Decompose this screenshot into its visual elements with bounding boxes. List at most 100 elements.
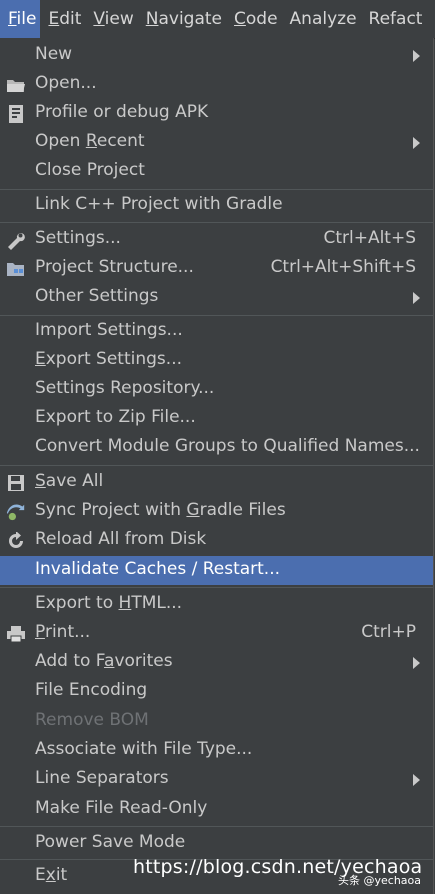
menu-item-import-settings-label: Import Settings... xyxy=(35,320,183,340)
menu-item-open-recent[interactable]: Open Recent xyxy=(0,128,433,157)
menu-item-close-project-label: Close Project xyxy=(35,160,145,180)
printer-icon xyxy=(6,624,26,644)
menubar-analyze-label: Analyze xyxy=(289,9,357,29)
menubar-navigate-label: avigate xyxy=(158,9,223,29)
menu-item-export-settings[interactable]: Export Settings... xyxy=(0,346,433,375)
menu-item-power-save[interactable]: Power Save Mode xyxy=(0,829,433,858)
sync-icon xyxy=(6,502,26,522)
menu-item-other-settings[interactable]: Other Settings xyxy=(0,283,433,312)
menu-item-line-separators-label: Line Separators xyxy=(35,768,169,788)
menu-item-new[interactable]: New xyxy=(0,41,433,70)
menu-item-associate-file-type[interactable]: Associate with File Type... xyxy=(0,736,433,765)
menu-item-open[interactable]: Open... xyxy=(0,70,433,99)
menubar-edit[interactable]: Edit xyxy=(40,0,85,38)
menu-item-export-html[interactable]: Export to HTML... xyxy=(0,590,433,619)
mnemonic: R xyxy=(85,131,97,151)
mnemonic: H xyxy=(118,593,132,613)
menu-separator xyxy=(0,465,433,466)
menu-item-sync-project-label: Sync Project with Gradle Files xyxy=(35,500,286,520)
menubar-view-label: iew xyxy=(104,9,134,29)
print-shortcut: Ctrl+P xyxy=(361,622,416,642)
label-part: ecent xyxy=(96,131,145,151)
folder-icon xyxy=(6,75,26,95)
menubar-refactor[interactable]: Refact xyxy=(361,0,427,38)
menubar-file[interactable]: File xyxy=(0,0,41,38)
menu-item-convert-module-groups-label: Convert Module Groups to Qualified Names… xyxy=(35,436,420,456)
menu-item-line-separators[interactable]: Line Separators xyxy=(0,765,433,794)
label-part: xport Settings... xyxy=(45,349,182,369)
reload-icon xyxy=(6,531,26,551)
label-part: it xyxy=(55,865,68,885)
menu-item-new-label: New xyxy=(35,44,73,64)
menubar-file-mnemonic: F xyxy=(8,9,17,29)
menu-item-file-encoding-label: File Encoding xyxy=(35,680,148,700)
menu-item-save-all[interactable]: Save All xyxy=(0,468,433,497)
menubar-code-label: ode xyxy=(245,9,278,29)
label-part: ave All xyxy=(45,471,104,491)
menubar-view[interactable]: View xyxy=(85,0,137,38)
menu-item-reload-all-label: Reload All from Disk xyxy=(35,529,207,549)
label-part: TML... xyxy=(131,593,183,613)
menu-item-exit-label: Exit xyxy=(35,865,67,885)
settings-shortcut: Ctrl+Alt+S xyxy=(323,228,416,248)
menubar-refactor-label: Refact xyxy=(368,9,423,29)
watermark-tag: 头条 @yechaoa xyxy=(338,874,422,887)
submenu-arrow-icon xyxy=(413,137,420,149)
menu-item-export-zip-label: Export to Zip File... xyxy=(35,407,196,427)
menubar-code-mnemonic: C xyxy=(234,9,246,29)
menu-item-save-all-label: Save All xyxy=(35,471,103,491)
submenu-arrow-icon xyxy=(413,657,420,669)
menu-item-settings-repository-label: Settings Repository... xyxy=(35,378,215,398)
menu-item-associate-file-type-label: Associate with File Type... xyxy=(35,739,253,759)
menu-item-invalidate-caches[interactable]: Invalidate Caches / Restart... xyxy=(0,556,433,585)
menu-item-make-read-only-label: Make File Read-Only xyxy=(35,798,208,818)
menu-item-convert-module-groups[interactable]: Convert Module Groups to Qualified Names… xyxy=(0,433,433,462)
project-structure-shortcut: Ctrl+Alt+Shift+S xyxy=(270,257,416,277)
menu-separator xyxy=(0,587,433,588)
menubar-code[interactable]: Code xyxy=(226,0,282,38)
menubar-edit-mnemonic: E xyxy=(48,9,60,29)
menu-item-import-settings[interactable]: Import Settings... xyxy=(0,317,433,346)
menu-item-settings[interactable]: Settings... Ctrl+Alt+S xyxy=(0,225,433,254)
menubar-navigate[interactable]: Navigate xyxy=(138,0,226,38)
menu-item-add-favorites[interactable]: Add to Favorites xyxy=(0,648,433,677)
mnemonic: G xyxy=(186,500,200,520)
menubar-file-label: ile xyxy=(16,9,37,29)
wrench-icon xyxy=(6,230,26,250)
menu-item-export-zip[interactable]: Export to Zip File... xyxy=(0,404,433,433)
mnemonic: E xyxy=(35,349,46,369)
menu-item-open-recent-label: Open Recent xyxy=(35,131,145,151)
label-part: E xyxy=(35,865,46,885)
apk-icon xyxy=(6,104,26,124)
menu-item-export-html-label: Export to HTML... xyxy=(35,593,182,613)
menu-separator xyxy=(0,222,433,223)
menubar-view-mnemonic: V xyxy=(93,9,105,29)
menu-item-print[interactable]: Print... Ctrl+P xyxy=(0,619,433,648)
menu-separator xyxy=(0,315,433,316)
menubar: File Edit View Navigate Code Analyze Ref… xyxy=(0,0,435,39)
label-part: Export to xyxy=(35,593,119,613)
menu-item-print-label: Print... xyxy=(35,622,90,642)
menu-item-close-project[interactable]: Close Project xyxy=(0,157,433,186)
menu-item-open-label: Open... xyxy=(35,73,97,93)
menu-item-settings-repository[interactable]: Settings Repository... xyxy=(0,375,433,404)
mnemonic: S xyxy=(35,471,46,491)
menu-item-remove-bom: Remove BOM xyxy=(0,707,433,736)
menu-item-file-encoding[interactable]: File Encoding xyxy=(0,677,433,706)
menu-item-reload-all[interactable]: Reload All from Disk xyxy=(0,526,433,555)
menu-item-power-save-label: Power Save Mode xyxy=(35,832,186,852)
menu-item-profile-debug-apk[interactable]: Profile or debug APK xyxy=(0,99,433,128)
label-part: Add to F xyxy=(35,651,105,671)
menu-item-link-cpp[interactable]: Link C++ Project with Gradle xyxy=(0,191,433,220)
menu-item-make-read-only[interactable]: Make File Read-Only xyxy=(0,795,433,824)
label-part: Open xyxy=(35,131,86,151)
menu-item-project-structure[interactable]: Project Structure... Ctrl+Alt+Shift+S xyxy=(0,254,433,283)
menu-item-sync-project[interactable]: Sync Project with Gradle Files xyxy=(0,497,433,526)
menubar-analyze[interactable]: Analyze xyxy=(282,0,361,38)
label-part: rint... xyxy=(44,622,91,642)
mnemonic: P xyxy=(35,622,45,642)
file-menu-dropdown: New Open... Profile or debug APK Open Re… xyxy=(0,38,434,894)
label-part: radle Files xyxy=(199,500,286,520)
mnemonic: x xyxy=(45,865,56,885)
menu-item-remove-bom-label: Remove BOM xyxy=(35,710,149,730)
